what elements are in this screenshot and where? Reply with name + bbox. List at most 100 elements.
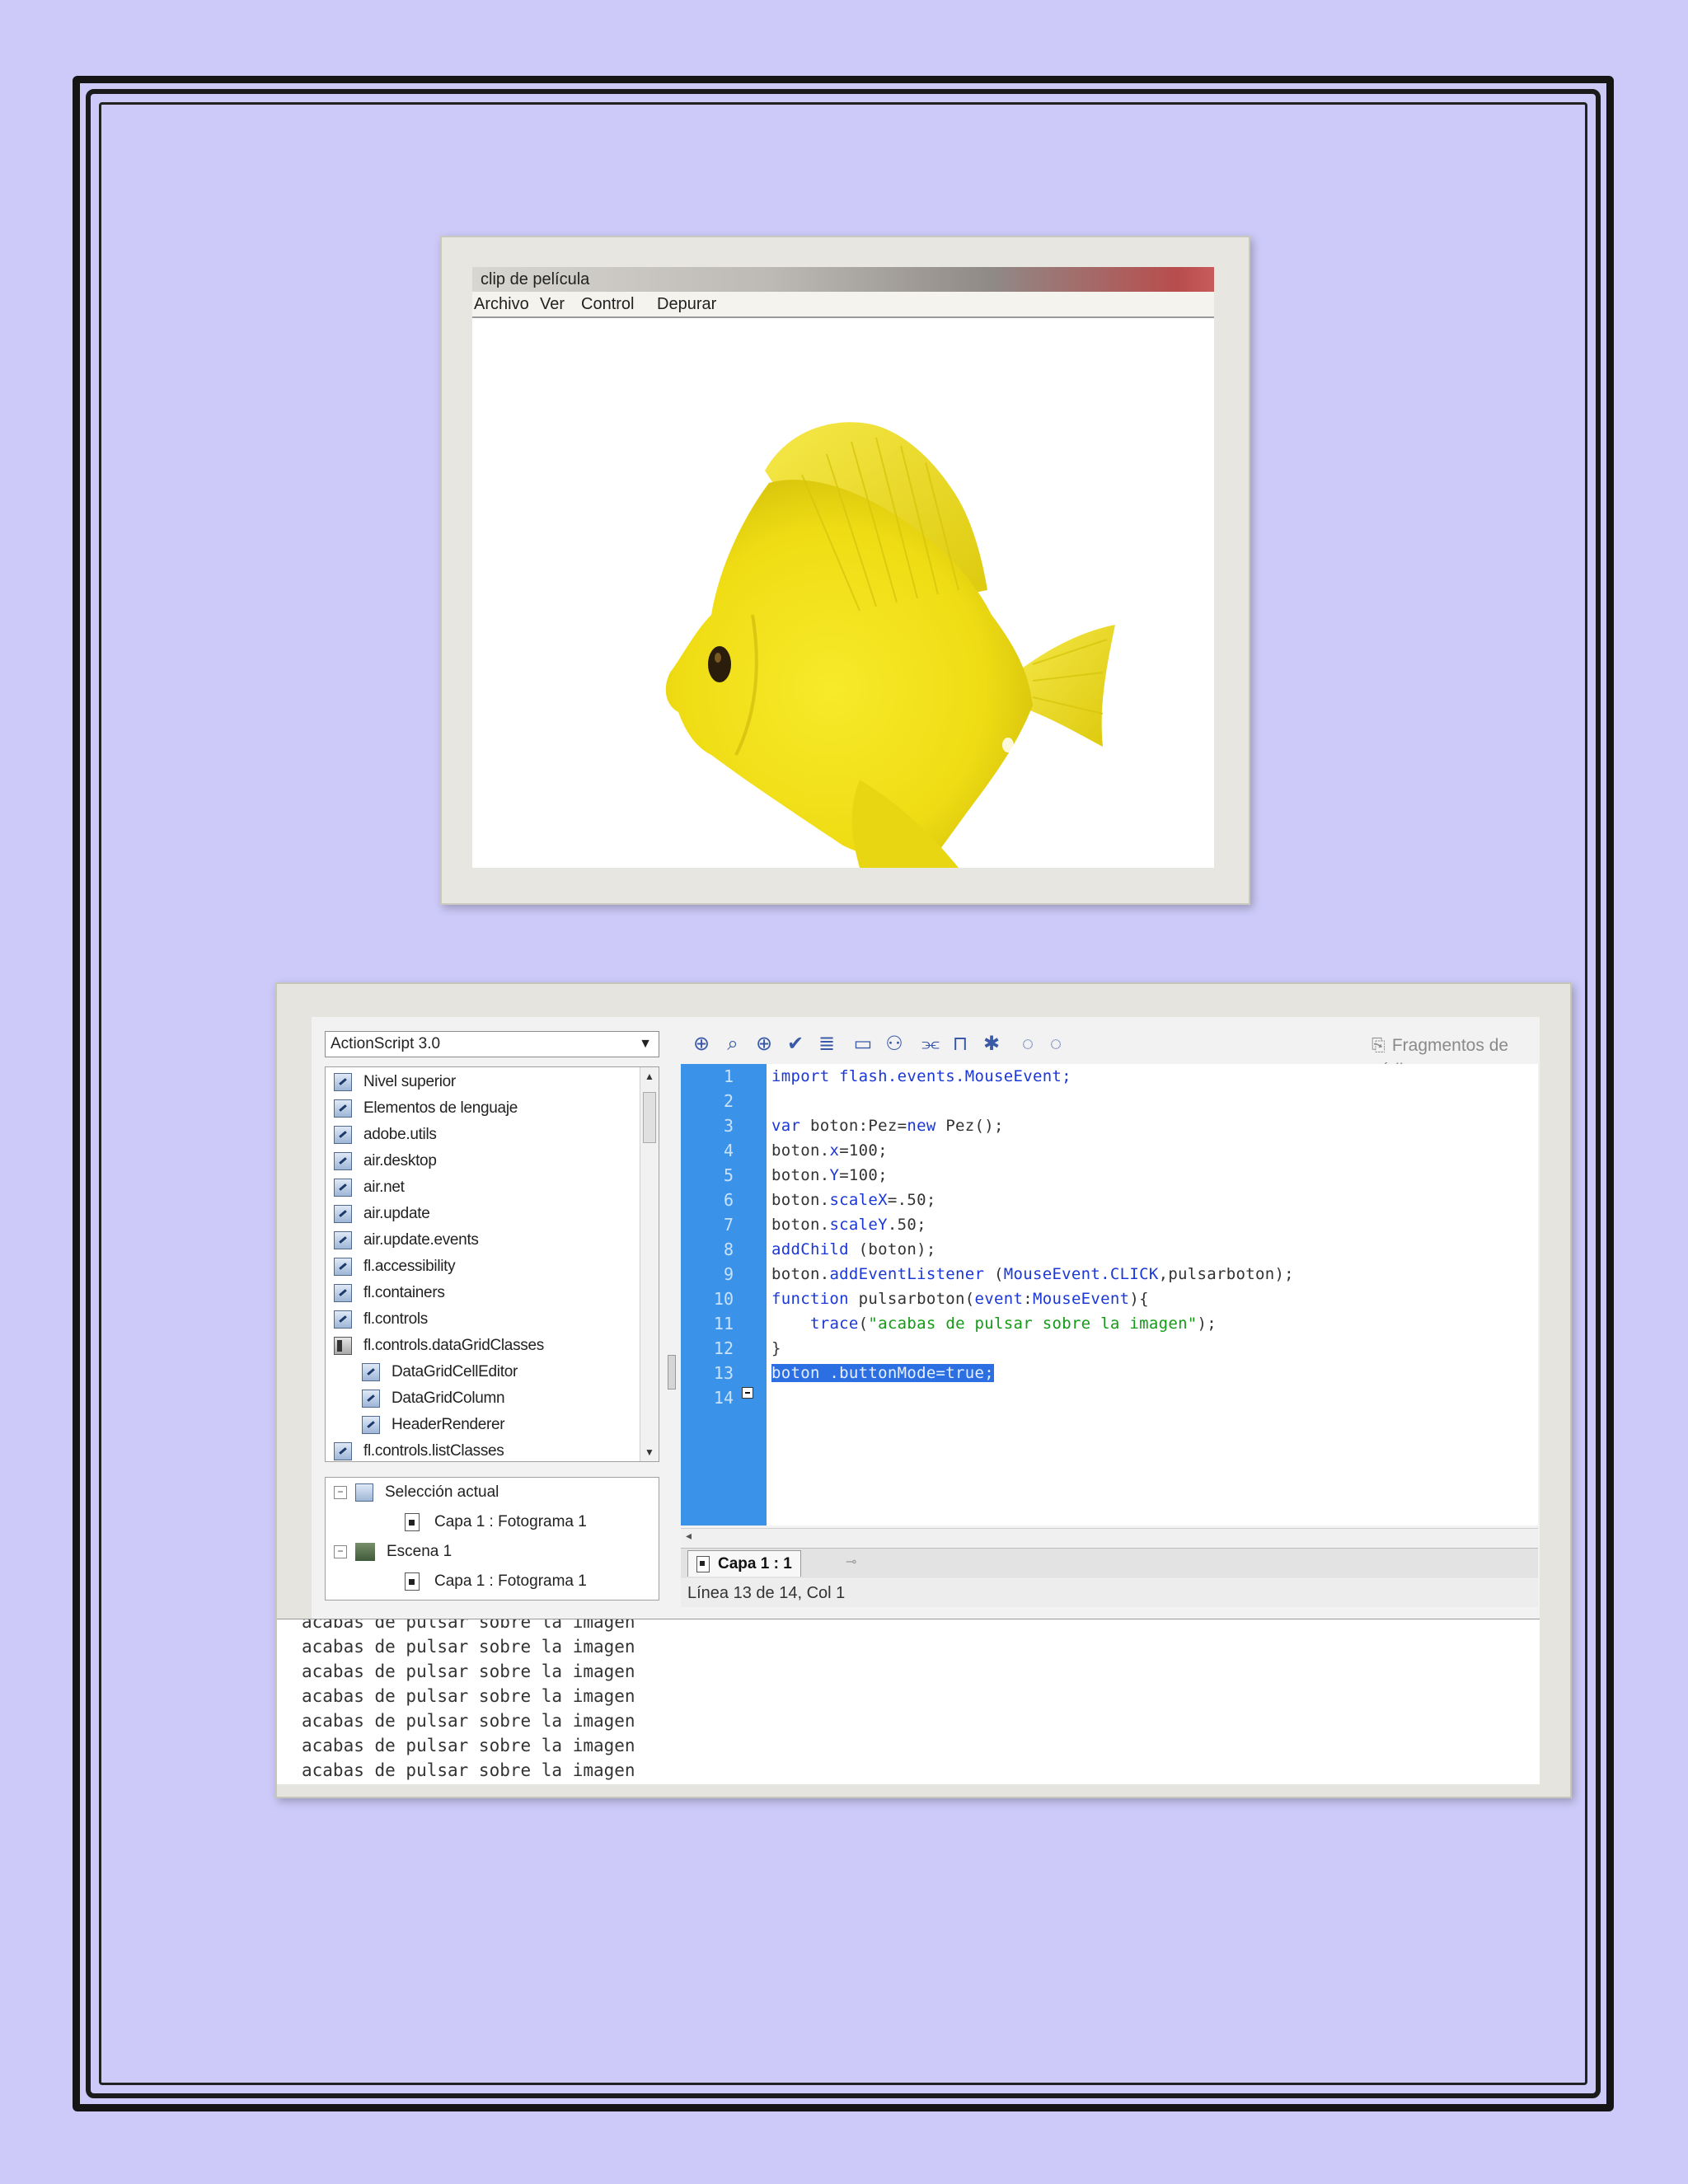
package-icon [334,1204,352,1223]
apply-line-comment-icon[interactable]: ◌ [1043,1032,1068,1057]
line-number: 11 [713,1314,734,1333]
language-selector-value: ActionScript 3.0 [331,1035,441,1052]
toolbox-item[interactable]: DataGridColumn [362,1385,505,1412]
cursor-position: Línea 13 de 14, Col 1 [687,1584,846,1602]
find-icon[interactable]: ⌕ [720,1032,745,1057]
actions-panel-window: ActionScript 3.0 ▼ fl.controls.listClass… [275,982,1572,1798]
toolbox-scrollbar[interactable]: ▲ ▼ [640,1067,659,1461]
frame-script-icon [405,1512,420,1531]
collapse-between-braces-icon[interactable]: ⫘ [918,1032,943,1057]
toolbox-item[interactable]: fl.accessibility [334,1254,456,1280]
window-titlebar[interactable]: clip de película [472,267,1214,292]
output-line: acabas de pulsar sobre la imagen [302,1736,635,1755]
toolbox-item[interactable]: Nivel superior [334,1069,456,1095]
selection-icon [355,1483,373,1502]
nav-current-selection-label: Selección actual [385,1483,499,1501]
scrollbar-thumb[interactable] [643,1092,656,1143]
toolbox-item[interactable]: Elementos de lenguaje [334,1095,518,1122]
menu-control[interactable]: Control [581,292,634,316]
line-number: 13 [713,1363,734,1383]
toolbox-item[interactable]: HeaderRenderer [362,1412,505,1438]
toolbox-item-label: Nivel superior [363,1073,456,1090]
scroll-down-icon[interactable]: ▼ [645,1446,654,1458]
package-icon [334,1230,352,1249]
toolbox-item[interactable]: fl.controls [334,1306,428,1333]
add-statement-icon[interactable]: ⊕ [689,1032,714,1057]
auto-format-icon[interactable]: ≣ [814,1032,839,1057]
movie-stage [472,318,1214,868]
line-number: 12 [713,1338,734,1358]
collapse-icon[interactable]: − [334,1485,347,1499]
script-tab-label: Capa 1 : 1 [718,1555,792,1572]
code-line-9: boton.addEventListener (MouseEvent.CLICK… [771,1265,1294,1283]
output-panel: acabas de pulsar sobre la imagen acabas … [277,1619,1540,1784]
script-tab[interactable]: Capa 1 : 1 [687,1550,801,1577]
target-path-icon[interactable]: ⊕ [752,1032,776,1057]
code-hint-icon[interactable]: ▭ [851,1032,875,1057]
toolbox-item-label: fl.accessibility [363,1258,456,1275]
toolbox-item[interactable]: DataGridCellEditor [362,1359,518,1385]
menu-archivo[interactable]: Archivo [474,292,529,316]
menu-bar: Archivo Ver Control Depurar [472,292,1214,318]
scroll-left-icon[interactable]: ◂ [686,1529,692,1543]
script-tab-bar: Capa 1 : 1 ⊸ [681,1548,1538,1578]
toolbox-item-label: air.update.events [363,1231,479,1249]
toolbox-item[interactable]: adobe.utils [334,1122,437,1148]
check-syntax-icon[interactable]: ✔ [783,1032,808,1057]
panel-splitter[interactable] [666,1050,676,1627]
debug-options-icon[interactable]: ⚇ [882,1032,907,1057]
apply-block-comment-icon[interactable]: ◌ [1015,1032,1040,1057]
code-line-4: boton.x=100; [771,1141,888,1160]
toolbox-item[interactable]: air.update.events [334,1227,479,1254]
code-line-10: function pulsarboton(event:MouseEvent){ [771,1290,1149,1308]
selected-code[interactable]: boton .buttonMode=true; [771,1364,994,1382]
package-icon [334,1441,352,1460]
line-number: 8 [723,1240,734,1259]
line-number: 6 [723,1190,734,1210]
code-line-12: } [771,1339,781,1357]
window-title: clip de película [481,270,590,288]
toolbox-item[interactable]: fl.controls.dataGridClasses [334,1333,544,1359]
status-bar: Línea 13 de 14, Col 1 [681,1579,1538,1607]
line-number: 1 [723,1066,734,1086]
splitter-grip[interactable] [668,1355,676,1390]
line-number: 9 [723,1264,734,1284]
collapse-selection-icon[interactable]: ⊓ [948,1032,973,1057]
expand-all-icon[interactable]: ✱ [979,1032,1004,1057]
toolbox-item-label: fl.controls.dataGridClasses [363,1337,544,1354]
nav-current-frame-label: Capa 1 : Fotograma 1 [434,1513,587,1530]
toolbox-item-label: adobe.utils [363,1126,437,1143]
collapse-icon[interactable]: − [334,1544,347,1558]
nav-current-frame[interactable]: Capa 1 : Fotograma 1 [405,1507,587,1537]
editor-horizontal-scrollbar[interactable]: ◂ [681,1528,1538,1547]
collapse-block-icon[interactable] [742,1387,753,1399]
class-icon [362,1415,380,1434]
package-icon [334,1125,352,1144]
nav-scene[interactable]: − Escena 1 [334,1537,452,1567]
toolbox-item[interactable]: fl.containers [334,1280,445,1306]
toolbox-item[interactable]: air.desktop [334,1148,437,1174]
script-editor[interactable]: import flash.events.MouseEvent; var boto… [767,1064,1538,1526]
menu-ver[interactable]: Ver [540,292,565,316]
nav-current-selection[interactable]: − Selección actual [334,1478,499,1507]
script-navigator: − Selección actual Capa 1 : Fotograma 1 −… [325,1477,659,1601]
nav-scene-frame[interactable]: Capa 1 : Fotograma 1 [405,1567,587,1596]
toolbox-item-label: DataGridColumn [392,1390,505,1407]
yellow-fish-image[interactable] [472,318,1214,868]
toolbox-item[interactable]: air.update [334,1201,430,1227]
toolbox-item[interactable]: air.net [334,1174,405,1201]
code-line-3: var boton:Pez=new Pez(); [771,1117,1004,1135]
class-icon [362,1362,380,1381]
language-selector[interactable]: ActionScript 3.0 ▼ [325,1031,659,1057]
toolbox-item-label: air.net [363,1179,405,1196]
line-number: 2 [723,1091,734,1111]
scroll-up-icon[interactable]: ▲ [645,1071,654,1082]
toolbox-item-label: Elementos de lenguaje [363,1099,518,1117]
output-line: acabas de pulsar sobre la imagen [302,1637,635,1657]
toolbox-item-label: air.desktop [363,1152,437,1169]
toolbox-item-label: HeaderRenderer [392,1416,505,1433]
pin-script-icon[interactable]: ⊸ [846,1554,856,1570]
menu-depurar[interactable]: Depurar [657,292,716,316]
toolbox-item[interactable]: fl.controls.listClasses [334,1438,504,1461]
output-line: acabas de pulsar sobre la imagen [302,1661,635,1681]
